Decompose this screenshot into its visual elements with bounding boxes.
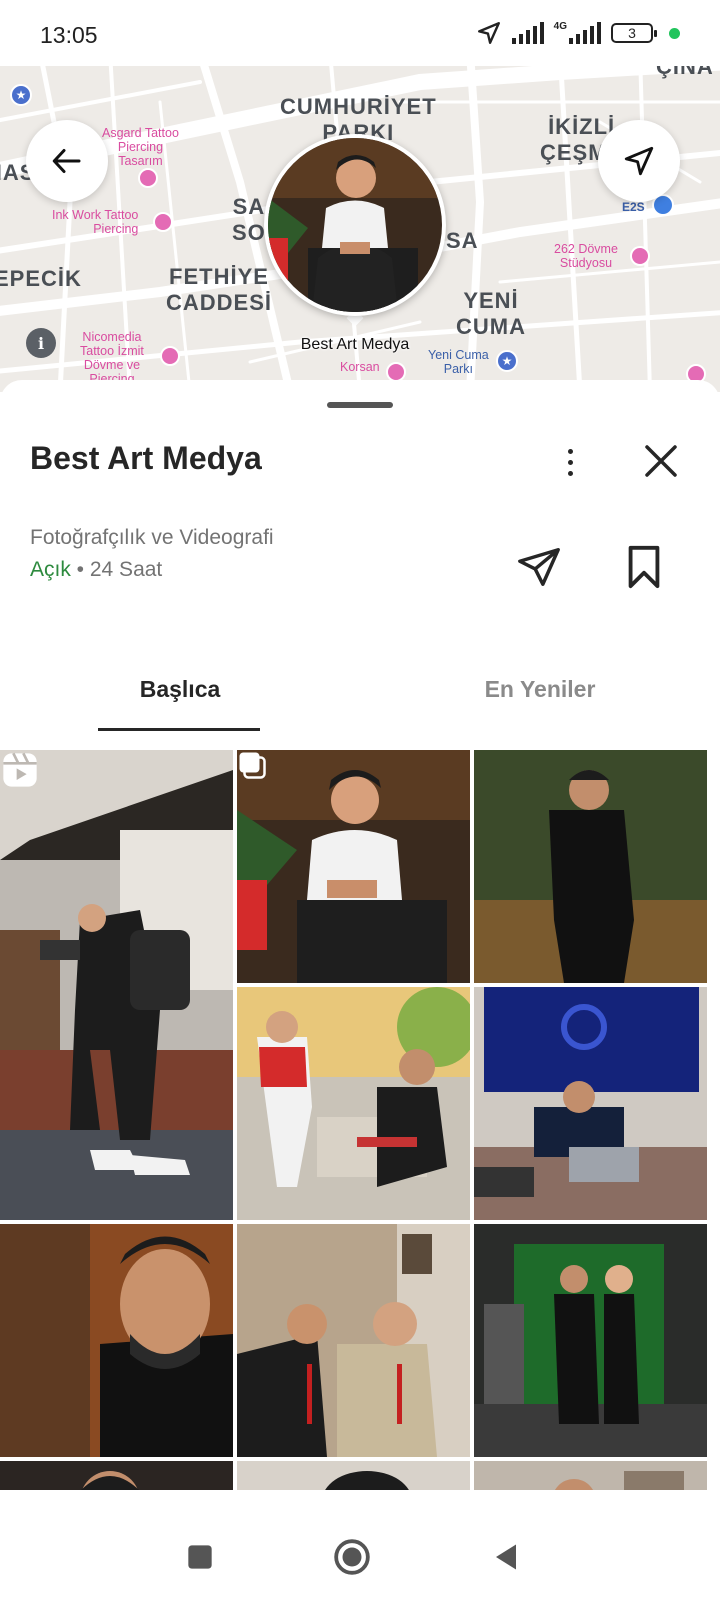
grid-tile[interactable] <box>0 1461 233 1490</box>
business-name: Best Art Medya <box>30 440 262 476</box>
fuel-label: E2S <box>622 200 645 214</box>
home-button[interactable] <box>332 1537 372 1577</box>
back-button[interactable] <box>26 120 108 202</box>
grid-tile-reel[interactable] <box>0 750 233 1220</box>
grid-tile[interactable] <box>474 750 707 983</box>
tabs: Başlıca En Yeniler <box>0 650 720 732</box>
arrow-left-icon <box>52 149 81 173</box>
photo-grid <box>0 750 720 1490</box>
pin-label: Best Art Medya <box>300 336 410 353</box>
map-label-sa: SA SO <box>232 194 266 245</box>
my-location-button[interactable] <box>598 120 680 202</box>
info-icon[interactable]: i <box>26 328 56 358</box>
park-pin-yeni-cuma[interactable]: ★ <box>496 350 518 372</box>
active-tab-indicator <box>98 728 260 731</box>
business-hours: • 24 Saat <box>70 558 163 581</box>
status-time: 13:05 <box>40 22 98 48</box>
location-arrow-icon <box>477 22 500 44</box>
circle-icon <box>334 1539 370 1575</box>
signal-icon <box>511 22 544 44</box>
back-nav-button[interactable] <box>486 1537 526 1577</box>
open-status: Açık <box>30 558 71 581</box>
dot <box>567 459 573 465</box>
grid-tile[interactable] <box>474 1461 707 1490</box>
sheet-drag-handle[interactable] <box>327 402 393 408</box>
tab-recent[interactable]: En Yeniler <box>360 676 720 703</box>
map-view[interactable]: CUMHURİYET PARKI İKİZLİ ÇEŞME ÇINA HAS S… <box>0 62 720 392</box>
system-nav-bar <box>0 1513 720 1600</box>
poi-pin-asgard[interactable] <box>138 168 158 188</box>
bookmark-icon[interactable] <box>624 544 664 590</box>
poi-label-asgard[interactable]: Asgard Tattoo Piercing Tasarım <box>102 126 179 168</box>
poi-label-korsan[interactable]: Korsan <box>340 360 380 374</box>
poi-pin-262[interactable] <box>630 246 650 266</box>
battery-icon: 3 <box>611 23 657 43</box>
poi-label-262[interactable]: 262 Dövme Stüdyosu <box>554 242 618 270</box>
grid-tile-carousel[interactable] <box>237 750 470 983</box>
tab-main[interactable]: Başlıca <box>0 676 360 703</box>
status-bar: 13:05 4G 3 <box>0 0 720 66</box>
grid-tile[interactable] <box>474 987 707 1220</box>
status-icons: 4G 3 <box>476 20 680 46</box>
square-icon <box>188 1545 212 1569</box>
recents-button[interactable] <box>180 1537 220 1577</box>
map-label-epecik: EPECİK <box>0 266 82 291</box>
park-pin-left[interactable]: ★ <box>10 84 32 106</box>
poi-label-inkwork[interactable]: Ink Work Tattoo Piercing <box>52 208 138 236</box>
grid-tile[interactable] <box>0 1224 233 1457</box>
more-options-button[interactable] <box>552 442 588 482</box>
carousel-icon <box>239 752 266 779</box>
location-arrow-icon <box>624 146 654 176</box>
signal-4g-icon: 4G <box>554 22 601 44</box>
poi-pin-inkwork[interactable] <box>153 212 173 232</box>
grid-tile[interactable] <box>237 1461 470 1490</box>
grid-tile[interactable] <box>474 1224 707 1457</box>
triangle-back-icon <box>496 1544 516 1570</box>
poi-pin-nicomedia[interactable] <box>160 346 180 366</box>
network-label: 4G <box>553 21 567 32</box>
dot <box>567 448 573 454</box>
business-category: Fotoğrafçılık ve Videografi <box>30 526 274 549</box>
dot <box>567 470 573 476</box>
pin-avatar-image <box>268 138 442 312</box>
map-label-yeni-cuma: YENİ CUMA <box>456 288 526 339</box>
reels-icon <box>3 752 37 787</box>
map-label-fethiye: FETHİYE CADDESİ <box>166 264 273 315</box>
grid-tile[interactable] <box>237 987 470 1220</box>
green-dot-indicator <box>669 27 680 39</box>
location-pin-avatar[interactable] <box>264 134 446 316</box>
business-status: Açık • 24 Saat <box>30 558 162 582</box>
share-icon[interactable] <box>516 544 562 590</box>
battery-level: 3 <box>628 25 636 41</box>
map-label-sa2: SA <box>446 228 479 253</box>
close-icon[interactable] <box>640 440 682 482</box>
grid-tile[interactable] <box>237 1224 470 1457</box>
poi-pin-korsan[interactable] <box>386 362 406 382</box>
poi-label-nicomedia[interactable]: Nicomedia Tattoo İzmit Dövme ve Piercing <box>80 330 144 386</box>
